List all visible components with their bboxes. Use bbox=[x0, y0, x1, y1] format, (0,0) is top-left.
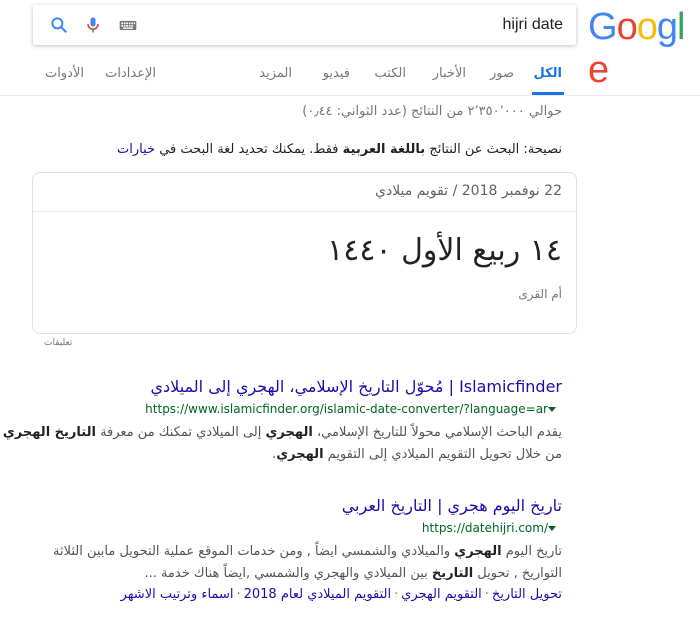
snippet-text: التواريخ , تحويل bbox=[473, 566, 562, 581]
search-tabs: الكل صور الأخبار الكتب فيديو المزيد الإع… bbox=[0, 62, 700, 96]
sitelink[interactable]: التقويم الهجري bbox=[401, 587, 482, 602]
snippet-text: بين الميلادي والهجري والشمسي ,ايضاً هناك… bbox=[144, 566, 432, 581]
search-input[interactable] bbox=[183, 13, 563, 37]
result-title[interactable]: تاريخ اليوم هجري | التاريخ العربي bbox=[53, 496, 562, 515]
result-title[interactable]: Islamicfinder | مُحوّل التاريخ الإسلامي،… bbox=[3, 377, 562, 396]
search-box bbox=[33, 5, 576, 45]
tab-settings[interactable]: الإعدادات bbox=[105, 66, 156, 81]
sitelink[interactable]: التقويم الميلادي لعام 2018 bbox=[244, 587, 392, 602]
dropdown-arrow-icon[interactable] bbox=[548, 526, 556, 531]
result-stats: حوالي ٢٬٣٥٠٬٠٠٠ من النتائج (عدد الثواني:… bbox=[302, 104, 562, 119]
search-result: تاريخ اليوم هجري | التاريخ العربي https:… bbox=[53, 496, 562, 602]
calendar-source: أم القرى bbox=[518, 287, 562, 301]
snippet-bold: الهجري bbox=[265, 425, 313, 440]
logo-letter: G bbox=[588, 6, 618, 48]
snippet-text: تاريخ اليوم bbox=[501, 544, 562, 559]
result-snippet: يقدم الباحث الإسلامي محولاً للتاريخ الإس… bbox=[3, 422, 562, 466]
tip-text-2: فقط. يمكنك تحديد لغة البحث في bbox=[155, 142, 343, 157]
snippet-line: من خلال تحويل التقويم الميلادي إلى التقو… bbox=[3, 444, 562, 466]
snippet-text: والميلادي والشمسي ايضاً , ومن خدمات المو… bbox=[53, 544, 455, 559]
snippet-line: تاريخ اليوم الهجري والميلادي والشمسي ايض… bbox=[53, 541, 562, 563]
snippet-line: يقدم الباحث الإسلامي محولاً للتاريخ الإس… bbox=[3, 422, 562, 444]
logo-letter: g bbox=[656, 6, 678, 48]
card-header: 22 نوفمبر 2018 / تقويم ميلادي bbox=[375, 183, 562, 199]
feedback-link[interactable]: تعليقات bbox=[44, 338, 72, 348]
search-icon[interactable] bbox=[49, 15, 69, 35]
sitelink-separator: · bbox=[236, 587, 241, 602]
header: Google الكل صور الأخبار الكتب فيديو المز… bbox=[0, 0, 700, 96]
snippet-bold: التاريخ bbox=[431, 566, 474, 581]
tab-videos[interactable]: فيديو bbox=[323, 66, 350, 81]
language-tip: نصيحة: البحث عن النتائج باللغة العربية ف… bbox=[117, 142, 562, 157]
result-url[interactable]: https://www.islamicfinder.org/islamic-da… bbox=[3, 402, 562, 416]
result-url-text: https://datehijri.com/ bbox=[421, 521, 548, 535]
result-url[interactable]: https://datehijri.com/ bbox=[53, 521, 562, 535]
tip-bold: باللغة العربية bbox=[342, 142, 426, 157]
snippet-line: التواريخ , تحويل التاريخ بين الميلادي وا… bbox=[53, 563, 562, 585]
snippet-text: إلى الميلادي تمكنك من معرفة bbox=[95, 425, 266, 440]
snippet-bold: التاريخ الهجري bbox=[2, 425, 96, 440]
hijri-date-card: 22 نوفمبر 2018 / تقويم ميلادي ١٤ ربيع ال… bbox=[32, 172, 577, 334]
microphone-icon[interactable] bbox=[83, 15, 103, 35]
dropdown-arrow-icon[interactable] bbox=[548, 407, 556, 412]
tab-active-indicator bbox=[532, 92, 564, 95]
tab-images[interactable]: صور bbox=[490, 66, 514, 81]
tab-news[interactable]: الأخبار bbox=[433, 66, 466, 81]
snippet-text: من خلال تحويل التقويم الميلادي إلى التقو… bbox=[323, 447, 562, 462]
hijri-date-value: ١٤ ربيع الأول ١٤٤٠ bbox=[327, 233, 562, 268]
snippet-text: يقدم الباحث الإسلامي محولاً للتاريخ الإس… bbox=[312, 425, 562, 440]
search-result: Islamicfinder | مُحوّل التاريخ الإسلامي،… bbox=[3, 377, 562, 466]
sitelink-separator: · bbox=[394, 587, 399, 602]
tip-text: البحث عن النتائج bbox=[425, 142, 520, 157]
tip-options-link[interactable]: خيارات bbox=[117, 142, 155, 157]
logo-letter: o bbox=[616, 6, 638, 48]
sitelink-separator: · bbox=[484, 587, 489, 602]
sitelink[interactable]: تحويل التاريخ bbox=[492, 587, 562, 602]
card-divider bbox=[33, 211, 576, 212]
result-url-text: https://www.islamicfinder.org/islamic-da… bbox=[145, 402, 548, 416]
sitelink[interactable]: اسماء وترتيب الاشهر bbox=[121, 587, 234, 602]
tip-prefix: نصيحة: bbox=[519, 142, 562, 157]
tab-books[interactable]: الكتب bbox=[375, 66, 406, 81]
tab-all[interactable]: الكل bbox=[533, 66, 562, 81]
tab-tools[interactable]: الأدوات bbox=[45, 66, 84, 81]
tab-more[interactable]: المزيد bbox=[259, 66, 292, 81]
snippet-bold: الهجري bbox=[276, 447, 324, 462]
logo-letter: l bbox=[676, 6, 686, 48]
keyboard-icon[interactable] bbox=[117, 15, 139, 35]
sitelinks: تحويل التاريخ·التقويم الهجري·التقويم الم… bbox=[53, 587, 562, 602]
snippet-bold: الهجري bbox=[454, 544, 502, 559]
result-snippet: تاريخ اليوم الهجري والميلادي والشمسي ايض… bbox=[53, 541, 562, 585]
logo-letter: o bbox=[636, 6, 658, 48]
